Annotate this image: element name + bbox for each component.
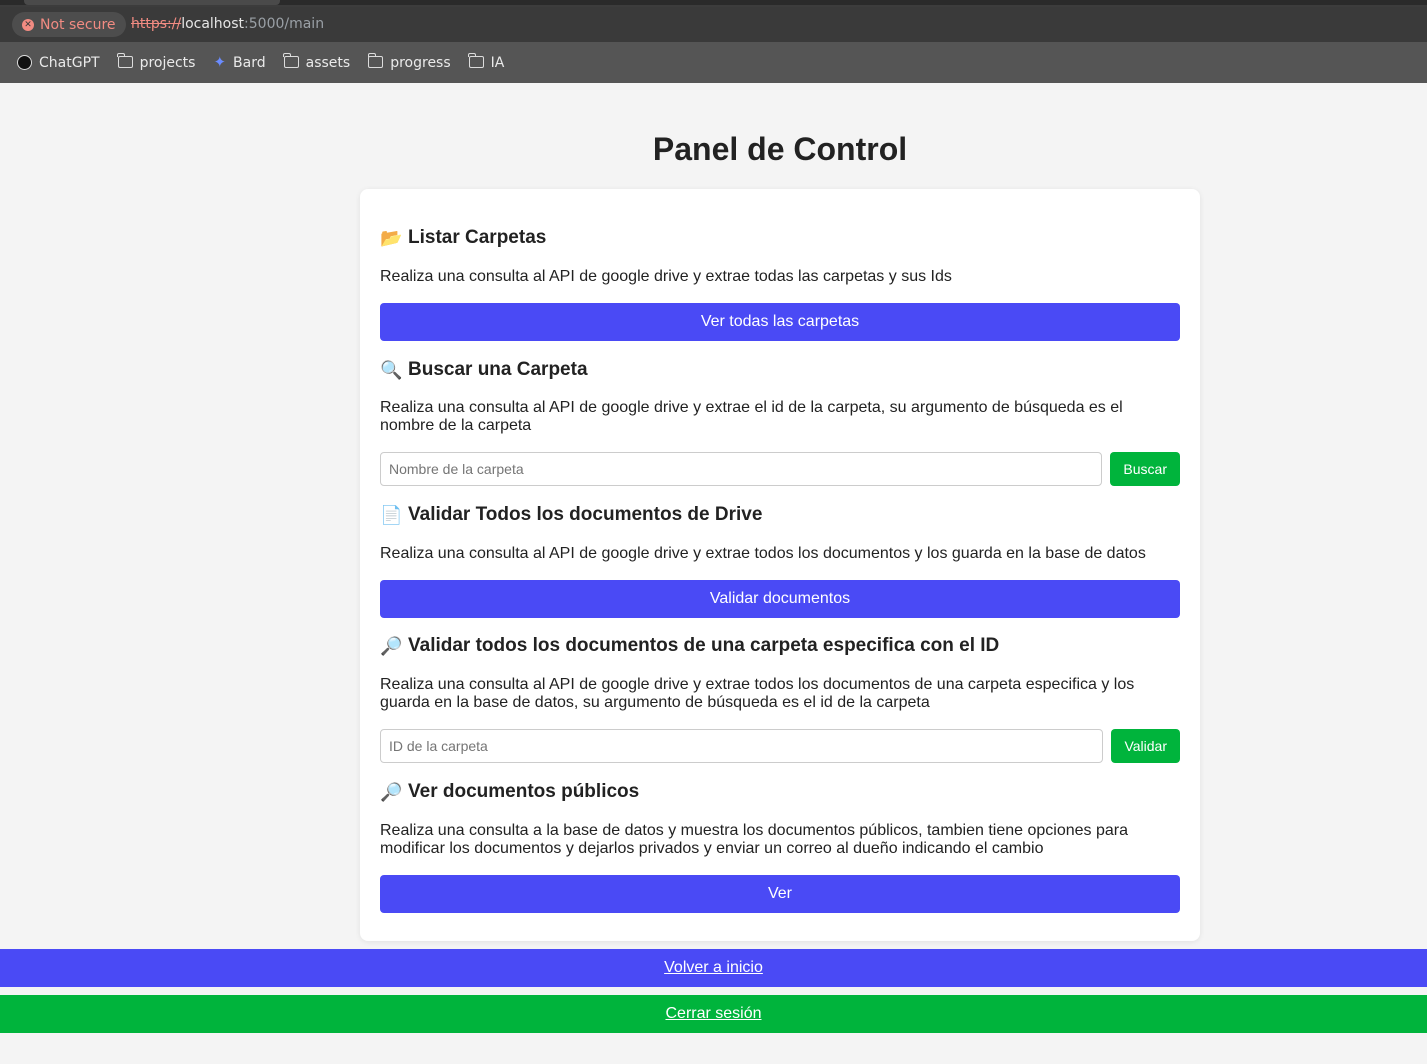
section-title: Ver documentos públicos — [408, 781, 640, 802]
chatgpt-icon — [17, 55, 32, 70]
warning-icon: ✕ — [22, 18, 34, 31]
bookmark-projects[interactable]: projects — [117, 53, 196, 71]
magnifier-icon: 🔎 — [380, 781, 403, 802]
browser-address-bar: ✕ Not secure https://localhost:5000/main — [0, 0, 1427, 42]
control-panel-card: 📂 Listar Carpetas Realiza una consulta a… — [360, 189, 1200, 941]
section-description: Realiza una consulta al API de google dr… — [380, 268, 952, 285]
bookmark-label: Bard — [233, 54, 266, 71]
folder-name-input[interactable] — [380, 452, 1103, 486]
list-folders-button[interactable]: Ver todas las carpetas — [380, 303, 1180, 341]
section-heading: 📂 Listar Carpetas — [380, 227, 546, 249]
section-heading: 🔍 Buscar una Carpeta — [380, 359, 588, 381]
bookmark-label: projects — [139, 54, 196, 71]
bookmark-ia[interactable]: IA — [468, 53, 505, 71]
section-title: Validar Todos los documentos de Drive — [408, 504, 763, 525]
bookmark-label: assets — [305, 54, 351, 71]
section-title: Buscar una Carpeta — [408, 359, 588, 380]
bookmark-label: progress — [390, 54, 451, 71]
folder-icon — [468, 53, 484, 68]
search-folder-row: Buscar — [380, 452, 1180, 486]
not-secure-label: Not secure — [40, 16, 116, 33]
section-heading: 🔎 Validar todos los documentos de una ca… — [380, 635, 999, 657]
bookmark-label: ChatGPT — [39, 54, 100, 71]
open-folder-icon: 📂 — [380, 227, 403, 248]
folder-id-input[interactable] — [380, 729, 1104, 763]
section-description: Realiza una consulta al API de google dr… — [380, 399, 1123, 434]
page-content: Panel de Control 📂 Listar Carpetas Reali… — [0, 83, 1427, 1064]
bookmark-label: IA — [490, 54, 505, 71]
url-text[interactable]: https://localhost:5000/main — [131, 16, 324, 32]
omnibox[interactable]: ✕ Not secure https://localhost:5000/main — [0, 7, 1427, 42]
tab-strip — [0, 0, 1427, 5]
bookmark-progress[interactable]: progress — [367, 53, 451, 71]
folder-icon — [117, 53, 133, 68]
bookmark-assets[interactable]: assets — [283, 53, 351, 71]
section-description: Realiza una consulta a la base de datos … — [380, 822, 1129, 857]
section-description: Realiza una consulta al API de google dr… — [380, 545, 1146, 562]
section-title: Validar todos los documentos de una carp… — [408, 635, 1000, 656]
bard-icon: ✦ — [213, 53, 227, 71]
validate-documents-button[interactable]: Validar documentos — [380, 580, 1180, 618]
folder-icon — [283, 53, 299, 68]
validate-button[interactable]: Validar — [1111, 729, 1180, 763]
validate-folder-row: Validar — [380, 729, 1180, 763]
active-tab[interactable] — [24, 0, 280, 5]
not-secure-chip[interactable]: ✕ Not secure — [12, 12, 126, 37]
page-title: Panel de Control — [652, 131, 908, 167]
bookmark-chatgpt[interactable]: ChatGPT — [17, 55, 100, 71]
section-heading: 🔎 Ver documentos públicos — [380, 781, 639, 803]
logout-link[interactable]: Cerrar sesión — [0, 995, 1427, 1033]
bookmarks-bar: ChatGPT projects ✦ Bard assets progress … — [0, 42, 1427, 83]
folder-icon — [367, 53, 384, 68]
back-home-link[interactable]: Volver a inicio — [0, 949, 1427, 987]
section-description: Realiza una consulta al API de google dr… — [380, 676, 1135, 711]
search-icon: 🔍 — [380, 359, 403, 380]
section-heading: 📄 Validar Todos los documentos de Drive — [380, 504, 762, 526]
bookmark-bard[interactable]: ✦ Bard — [213, 55, 265, 71]
search-button[interactable]: Buscar — [1110, 452, 1180, 486]
url-scheme: https:// — [131, 16, 182, 32]
view-public-docs-button[interactable]: Ver — [380, 875, 1180, 913]
url-host: localhost — [181, 16, 245, 32]
section-title: Listar Carpetas — [408, 227, 547, 248]
document-icon: 📄 — [380, 504, 403, 525]
magnifier-icon: 🔎 — [380, 635, 403, 656]
url-path: :5000/main — [244, 16, 325, 32]
